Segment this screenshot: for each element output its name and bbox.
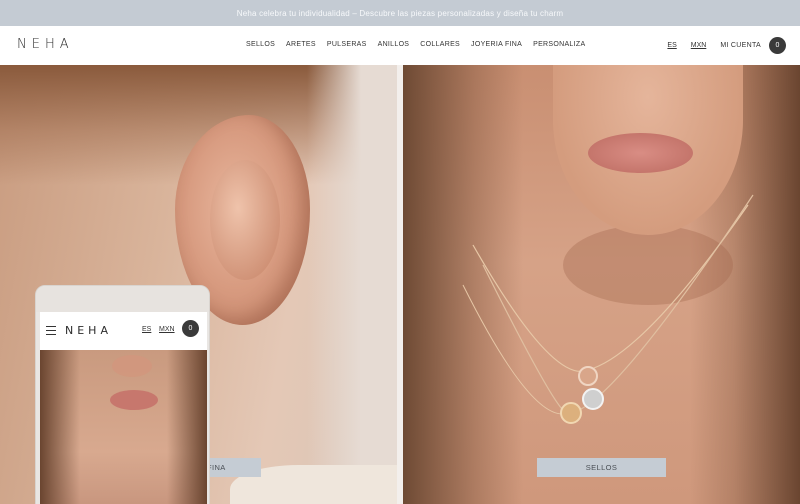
nav-personaliza[interactable]: PERSONALIZA bbox=[533, 41, 585, 48]
site-header: NEHA SELLOS ARETES PULSERAS ANILLOS COLL… bbox=[0, 26, 800, 65]
ear-inner-image bbox=[210, 160, 280, 280]
nav-sellos[interactable]: SELLOS bbox=[246, 41, 275, 48]
background-wall bbox=[307, 65, 397, 504]
sellos-button[interactable]: SELLOS bbox=[537, 458, 666, 477]
currency-selector[interactable]: MXN bbox=[691, 42, 707, 49]
phone-lips bbox=[110, 390, 158, 410]
announcement-bar: Neha celebra tu individualidad – Descubr… bbox=[0, 0, 800, 26]
hero-panel-sellos[interactable] bbox=[403, 65, 800, 504]
phone-header: NEHA ES MXN 0 bbox=[40, 312, 207, 350]
phone-logo[interactable]: NEHA bbox=[65, 324, 112, 337]
phone-hair-right bbox=[167, 350, 207, 504]
menu-icon[interactable] bbox=[46, 326, 56, 338]
language-selector[interactable]: ES bbox=[667, 42, 676, 49]
nav-collares[interactable]: COLLARES bbox=[420, 41, 460, 48]
phone-hair-left bbox=[40, 350, 80, 504]
nav-anillos[interactable]: ANILLOS bbox=[378, 41, 410, 48]
announcement-text[interactable]: Neha celebra tu individualidad – Descubr… bbox=[237, 9, 564, 18]
phone-cart-button[interactable]: 0 bbox=[182, 320, 199, 337]
header-utilities: ES MXN MI CUENTA 0 bbox=[667, 37, 786, 54]
phone-currency[interactable]: MXN bbox=[159, 326, 175, 333]
nav-pulseras[interactable]: PULSERAS bbox=[327, 41, 367, 48]
nav-joyeria-fina[interactable]: JOYERIA FINA bbox=[471, 41, 522, 48]
phone-language[interactable]: ES bbox=[142, 326, 151, 333]
cart-button[interactable]: 0 bbox=[769, 37, 786, 54]
phone-mockup: NEHA ES MXN 0 bbox=[35, 285, 210, 504]
brand-logo[interactable]: NEHA bbox=[17, 37, 74, 52]
phone-nose bbox=[112, 355, 152, 377]
phone-top-bezel bbox=[36, 286, 209, 312]
necklace-image bbox=[462, 194, 754, 424]
phone-hero-image bbox=[40, 350, 207, 504]
nav-aretes[interactable]: ARETES bbox=[286, 41, 316, 48]
account-link[interactable]: MI CUENTA bbox=[720, 42, 761, 49]
main-nav: SELLOS ARETES PULSERAS ANILLOS COLLARES … bbox=[246, 41, 596, 48]
